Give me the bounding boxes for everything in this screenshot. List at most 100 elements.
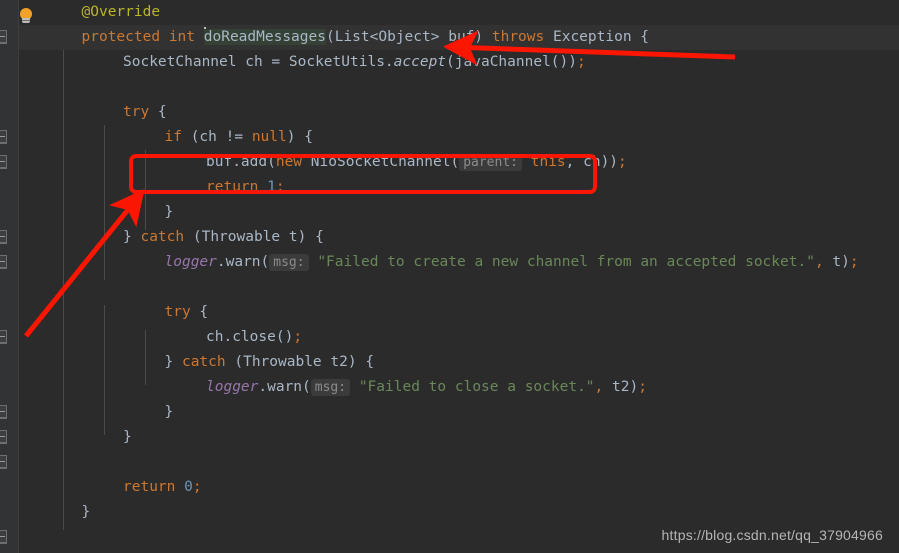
indent-guide	[145, 330, 146, 385]
code-line[interactable]: return 1;	[19, 175, 899, 200]
code-token-plain: buf.add(	[206, 154, 276, 170]
code-line[interactable]: return 0;	[19, 475, 899, 500]
code-line[interactable]	[19, 75, 899, 100]
code-line[interactable]: try {	[19, 100, 899, 125]
indent-guide	[104, 125, 105, 280]
code-line-content: } catch (Throwable t) {	[123, 229, 324, 245]
code-fold-line	[0, 168, 7, 169]
code-fold-marker[interactable]	[0, 330, 7, 343]
code-line-content: ch.close();	[206, 329, 302, 345]
code-token-plain: (	[225, 354, 244, 370]
code-token-semi: ,	[814, 254, 824, 270]
code-token-num: 1	[267, 179, 276, 195]
code-fold-marker[interactable]	[0, 405, 7, 418]
code-text-area[interactable]: @Override protected int doReadMessages(Li…	[19, 0, 899, 553]
code-fold-marker[interactable]	[0, 455, 7, 468]
code-token-kw: int	[168, 29, 196, 45]
code-token-plain: }	[164, 404, 174, 420]
code-line-content: try {	[123, 104, 167, 120]
code-line[interactable]: }	[19, 200, 899, 225]
code-line[interactable]: protected int doReadMessages(List<Object…	[19, 25, 899, 50]
code-token-plain: t)	[823, 254, 850, 270]
code-line-content: return 1;	[206, 179, 285, 195]
code-line-content: @Override	[82, 4, 161, 20]
code-token-plain: (	[325, 29, 335, 45]
code-token-field: logger	[206, 379, 259, 395]
code-token-plain: }	[81, 504, 91, 520]
code-line[interactable]: logger.warn(msg: "Failed to create a new…	[19, 250, 899, 275]
code-line-content: logger.warn(msg: "Failed to close a sock…	[206, 379, 647, 396]
code-editor-screenshot: @Override protected int doReadMessages(Li…	[0, 0, 899, 553]
code-line[interactable]: } catch (Throwable t2) {	[19, 350, 899, 375]
code-token-cls: SocketUtils	[288, 54, 385, 70]
code-token-plain: {	[631, 29, 650, 45]
code-token-cls: NioSocketChannel	[310, 154, 451, 170]
code-token-semi: ;	[275, 179, 285, 195]
code-token-plain: }	[123, 429, 132, 445]
code-token-plain: (	[184, 229, 202, 245]
code-token-str: "Failed to create a new channel from an …	[317, 254, 815, 270]
code-token-plain: !=	[225, 129, 252, 145]
code-token-hint: parent:	[459, 154, 522, 171]
code-token-plain: ) {	[286, 129, 313, 145]
code-token-semi: ;	[638, 379, 647, 395]
code-token-plain: .warn(	[258, 379, 311, 395]
indent-guide	[63, 50, 64, 530]
code-token-cls: Object	[378, 29, 431, 45]
code-line-content: if (ch != null) {	[165, 129, 313, 145]
code-line[interactable]: }	[19, 500, 899, 525]
code-token-kw: throws	[491, 29, 545, 45]
code-line[interactable]: buf.add(new NioSocketChannel(parent: thi…	[19, 150, 899, 175]
code-fold-marker[interactable]	[0, 430, 7, 443]
code-fold-marker[interactable]	[0, 230, 7, 243]
code-fold-line	[0, 443, 7, 444]
code-token-semi: ;	[293, 329, 303, 345]
code-token-plain: t2)	[603, 379, 639, 395]
code-token-plain: ch =	[236, 54, 289, 70]
code-token-plain: {	[190, 304, 209, 320]
code-line-content: } catch (Throwable t2) {	[165, 354, 375, 370]
code-token-stat: accept	[393, 54, 447, 70]
code-line-content: }	[82, 504, 91, 520]
code-fold-marker[interactable]	[0, 530, 7, 543]
code-line[interactable]: ch.close();	[19, 325, 899, 350]
code-line[interactable]: } catch (Throwable t) {	[19, 225, 899, 250]
code-fold-marker[interactable]	[0, 155, 7, 168]
code-token-plain: {	[149, 104, 167, 120]
code-line-content: return 0;	[123, 479, 202, 495]
code-line[interactable]: try {	[19, 300, 899, 325]
code-line[interactable]	[19, 275, 899, 300]
editor-gutter[interactable]	[0, 0, 19, 553]
code-token-kw: catch	[140, 229, 185, 245]
code-fold-marker[interactable]	[0, 255, 7, 268]
code-token-plain: t2) {	[321, 354, 375, 370]
code-line[interactable]: }	[19, 425, 899, 450]
code-line-content: }	[123, 429, 132, 445]
code-token-plain: }	[164, 204, 174, 220]
code-fold-marker[interactable]	[0, 30, 7, 43]
code-token-plain: , ch))	[565, 154, 619, 170]
code-line[interactable]	[19, 450, 899, 475]
code-line[interactable]: if (ch != null) {	[19, 125, 899, 150]
code-token-ident-hl: doReadMessages	[203, 29, 326, 45]
code-token-plain: .	[384, 54, 394, 70]
code-line-content: }	[165, 404, 174, 420]
indent-guide	[145, 150, 146, 230]
code-line[interactable]: }	[19, 400, 899, 425]
code-line[interactable]: SocketChannel ch = SocketUtils.accept(ja…	[19, 50, 899, 75]
code-line[interactable]: logger.warn(msg: "Failed to close a sock…	[19, 375, 899, 400]
code-token-kw: catch	[181, 354, 226, 370]
code-token-plain: (	[450, 154, 460, 170]
code-token-cls: List	[334, 29, 370, 45]
code-line-content: }	[165, 204, 174, 220]
code-fold-line	[0, 418, 7, 419]
code-token-plain: t) {	[280, 229, 324, 245]
code-line[interactable]: @Override	[19, 0, 899, 25]
code-fold-marker[interactable]	[0, 130, 7, 143]
code-token-kw: try	[164, 304, 191, 320]
